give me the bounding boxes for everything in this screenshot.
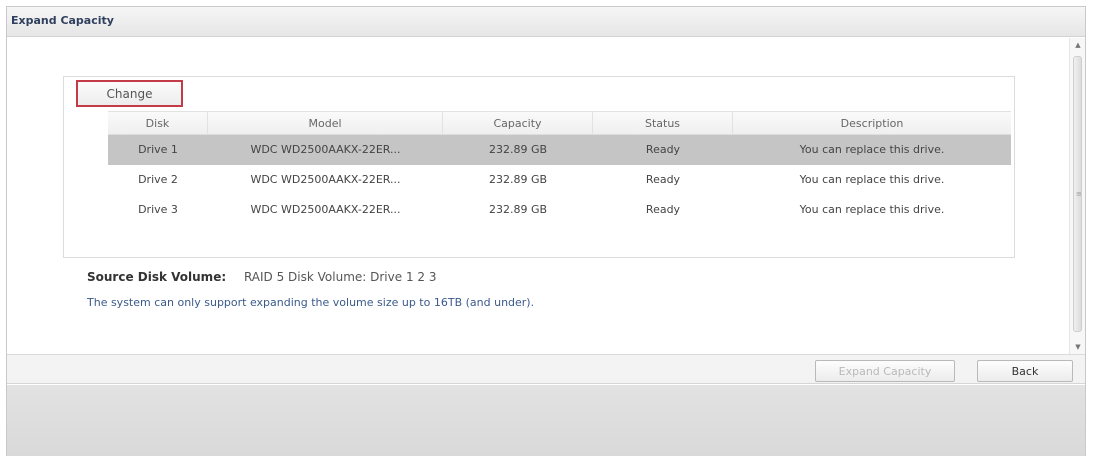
source-volume-label: Source Disk Volume:: [87, 270, 227, 284]
cell-capacity: 232.89 GB: [488, 173, 548, 186]
triangle-down-icon[interactable]: ▼: [1070, 340, 1086, 354]
grid-header: Disk Model Capacity Status Description: [108, 111, 1011, 135]
table-row[interactable]: Drive 2 WDC WD2500AAKX-22ER... 232.89 GB…: [108, 165, 1011, 195]
column-header-capacity[interactable]: Capacity: [443, 112, 593, 134]
dialog-bottom-area: [7, 385, 1085, 456]
expand-capacity-button[interactable]: Expand Capacity: [815, 360, 955, 382]
cell-capacity: 232.89 GB: [488, 203, 548, 216]
triangle-up-icon[interactable]: ▲: [1070, 38, 1086, 52]
source-volume-value: RAID 5 Disk Volume: Drive 1 2 3: [243, 270, 437, 284]
table-row[interactable]: Drive 3 WDC WD2500AAKX-22ER... 232.89 GB…: [108, 195, 1011, 225]
change-button[interactable]: Change: [76, 80, 183, 107]
cell-status: Ready: [645, 203, 681, 216]
dialog-titlebar: Expand Capacity: [7, 7, 1085, 37]
cell-status: Ready: [645, 173, 681, 186]
cell-disk: Drive 3: [138, 203, 178, 216]
column-header-description[interactable]: Description: [733, 112, 1011, 134]
expand-capacity-dialog: Expand Capacity Change Disk Model Capaci…: [6, 6, 1086, 456]
cell-model: WDC WD2500AAKX-22ER...: [250, 203, 401, 216]
disk-panel: Change Disk Model Capacity Status Descri…: [63, 76, 1015, 258]
vertical-scrollbar[interactable]: ▲ ≡ ▼: [1069, 38, 1085, 354]
capacity-limit-notice: The system can only support expanding th…: [87, 296, 535, 309]
cell-capacity: 232.89 GB: [488, 143, 548, 156]
cell-model: WDC WD2500AAKX-22ER...: [250, 143, 401, 156]
table-row[interactable]: Drive 1 WDC WD2500AAKX-22ER... 232.89 GB…: [108, 135, 1011, 165]
column-header-disk[interactable]: Disk: [108, 112, 208, 134]
cell-description: You can replace this drive.: [799, 203, 945, 216]
dialog-content: Change Disk Model Capacity Status Descri…: [7, 38, 1069, 354]
scroll-thumb[interactable]: ≡: [1073, 56, 1082, 332]
column-header-model[interactable]: Model: [208, 112, 443, 134]
cell-description: You can replace this drive.: [799, 143, 945, 156]
cell-description: You can replace this drive.: [799, 173, 945, 186]
cell-status: Ready: [645, 143, 681, 156]
back-button[interactable]: Back: [977, 360, 1073, 382]
grip-icon: ≡: [1076, 190, 1082, 198]
cell-disk: Drive 2: [138, 173, 178, 186]
source-disk-volume: Source Disk Volume: RAID 5 Disk Volume: …: [87, 270, 436, 284]
column-header-status[interactable]: Status: [593, 112, 733, 134]
cell-model: WDC WD2500AAKX-22ER...: [250, 173, 401, 186]
dialog-title: Expand Capacity: [11, 14, 114, 27]
disk-grid: Disk Model Capacity Status Description D…: [108, 111, 1011, 225]
cell-disk: Drive 1: [138, 143, 178, 156]
dialog-footer: Expand Capacity Back: [7, 354, 1085, 384]
